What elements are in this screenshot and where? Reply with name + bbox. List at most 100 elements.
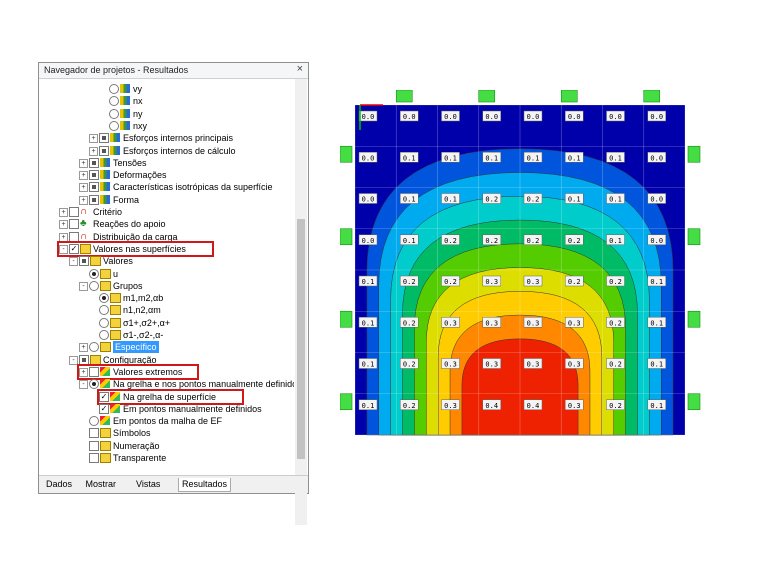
collapse-icon[interactable]: -	[79, 281, 88, 291]
tree-item-label: Valores	[103, 256, 133, 267]
checkbox[interactable]	[69, 207, 79, 217]
tree-item[interactable]: u	[39, 268, 294, 280]
checkbox[interactable]	[79, 256, 89, 267]
value-label: 0.1	[568, 196, 581, 204]
tree-item[interactable]: nxy	[39, 120, 294, 132]
scrollbar-thumb[interactable]	[297, 219, 305, 459]
tree-item-label: Transparente	[113, 453, 167, 463]
project-navigator-panel: Navegador de projetos - Resultados × vy n…	[38, 62, 309, 525]
value-label: 0.3	[527, 319, 540, 327]
tree-item[interactable]: σ1-,σ2-,α-	[39, 329, 294, 341]
vertical-scrollbar[interactable]	[295, 79, 307, 525]
expand-icon[interactable]: +	[89, 134, 98, 144]
checkbox[interactable]	[89, 440, 99, 451]
value-label: 0.1	[403, 154, 416, 162]
tree-item-label: Símbolos	[113, 428, 151, 439]
tree-item[interactable]: + ♣ Reações do apoio	[39, 218, 294, 230]
value-label: 0.3	[568, 361, 581, 369]
tab-resultados[interactable]: Resultados	[178, 478, 232, 492]
tab-vistas[interactable]: Vistas	[133, 478, 163, 491]
tree-item[interactable]: - Valores	[39, 255, 294, 267]
checkbox[interactable]	[89, 194, 99, 205]
collapse-icon[interactable]: -	[69, 257, 78, 267]
radio-button[interactable]	[99, 305, 109, 316]
radio-button[interactable]	[109, 108, 119, 119]
expand-icon[interactable]: +	[79, 183, 88, 193]
support-symbol	[560, 89, 578, 103]
value-label: 0.2	[403, 278, 416, 286]
navigator-tree: vy nx ny nxy + Esforços internos principais + E…	[39, 79, 294, 525]
value-label: 0.0	[403, 113, 416, 121]
tab-dados[interactable]: Dados	[43, 478, 75, 491]
radio-button[interactable]	[89, 268, 99, 279]
tree-item[interactable]: + Esforços internos de cálculo	[39, 145, 294, 157]
radio-button[interactable]	[89, 280, 99, 291]
tab-mostrar[interactable]: Mostrar	[83, 478, 120, 491]
tree-item[interactable]: ✓ Em pontos manualmente definidos	[39, 403, 294, 415]
checkbox[interactable]	[99, 133, 109, 144]
tree-item[interactable]: + ∩ Critério	[39, 206, 294, 218]
checkbox[interactable]	[89, 453, 99, 463]
radio-button[interactable]	[109, 96, 119, 107]
tree-item-label: σ1-,σ2-,α-	[123, 330, 164, 340]
tree-item[interactable]: + Características isotrópicas da superfíc…	[39, 181, 294, 193]
green-result-icon: ♣	[80, 218, 87, 230]
support-symbol	[339, 310, 353, 328]
value-label: 0.0	[444, 113, 457, 121]
checkbox[interactable]	[99, 145, 109, 156]
checkbox[interactable]	[69, 219, 79, 230]
tree-item[interactable]: σ1+,σ2+,α+	[39, 317, 294, 329]
grid-result-icon	[100, 170, 110, 180]
value-label: 0.0	[362, 113, 375, 121]
expand-icon[interactable]: +	[79, 171, 88, 181]
tree-item[interactable]: Transparente	[39, 452, 294, 464]
tree-item[interactable]: - Grupos	[39, 280, 294, 292]
tree-item[interactable]: nx	[39, 95, 294, 107]
tree-item[interactable]: + Forma	[39, 194, 294, 206]
tree-item[interactable]: n1,n2,αm	[39, 304, 294, 316]
radio-button[interactable]	[89, 416, 99, 427]
tree-item[interactable]: + Tensões	[39, 157, 294, 169]
checkbox[interactable]	[89, 170, 99, 181]
tree-item-label: Em pontos manualmente definidos	[123, 403, 262, 414]
expand-icon[interactable]: +	[59, 208, 68, 217]
expand-icon[interactable]: +	[79, 195, 88, 205]
value-label: 0.2	[527, 237, 540, 245]
tree-item-label: nx	[133, 96, 143, 107]
expand-icon[interactable]: +	[59, 220, 68, 230]
collapse-icon[interactable]: -	[79, 380, 88, 390]
radio-button[interactable]	[109, 84, 119, 94]
support-symbol	[687, 393, 701, 411]
value-label: 0.4	[527, 402, 540, 410]
close-icon[interactable]: ×	[297, 63, 303, 75]
tree-item[interactable]: Numeração	[39, 440, 294, 452]
tree-item[interactable]: + Esforços internos principais	[39, 132, 294, 144]
tree-item[interactable]: + Deformações	[39, 169, 294, 181]
tree-item[interactable]: + Específico	[39, 341, 294, 354]
checkbox[interactable]	[89, 157, 99, 168]
radio-button[interactable]	[109, 120, 119, 131]
tree-item[interactable]: ny	[39, 108, 294, 120]
value-label: 0.3	[568, 402, 581, 410]
expand-icon[interactable]: +	[79, 158, 88, 168]
tree-item[interactable]: m1,m2,αb	[39, 292, 294, 304]
radio-button[interactable]	[99, 317, 109, 328]
value-label: 0.1	[609, 237, 622, 245]
value-label: 0.3	[485, 278, 498, 286]
tree-item[interactable]: Símbolos	[39, 427, 294, 439]
value-label: 0.4	[485, 402, 498, 410]
value-label: 0.1	[362, 402, 375, 410]
radio-button[interactable]	[99, 330, 109, 340]
tree-item-label: nxy	[133, 120, 148, 131]
tree-item[interactable]: Em pontos da malha de EF	[39, 415, 294, 427]
checkbox[interactable]	[89, 182, 99, 193]
checkbox[interactable]: ✓	[99, 403, 109, 414]
tree-item[interactable]: vy	[39, 83, 294, 95]
expand-icon[interactable]: +	[89, 146, 98, 156]
expand-icon[interactable]: +	[79, 343, 88, 353]
support-symbol	[339, 393, 353, 411]
checkbox[interactable]	[89, 428, 99, 439]
tree-item-label: Critério	[93, 207, 123, 217]
radio-button[interactable]	[89, 342, 99, 353]
radio-button[interactable]	[99, 293, 109, 304]
